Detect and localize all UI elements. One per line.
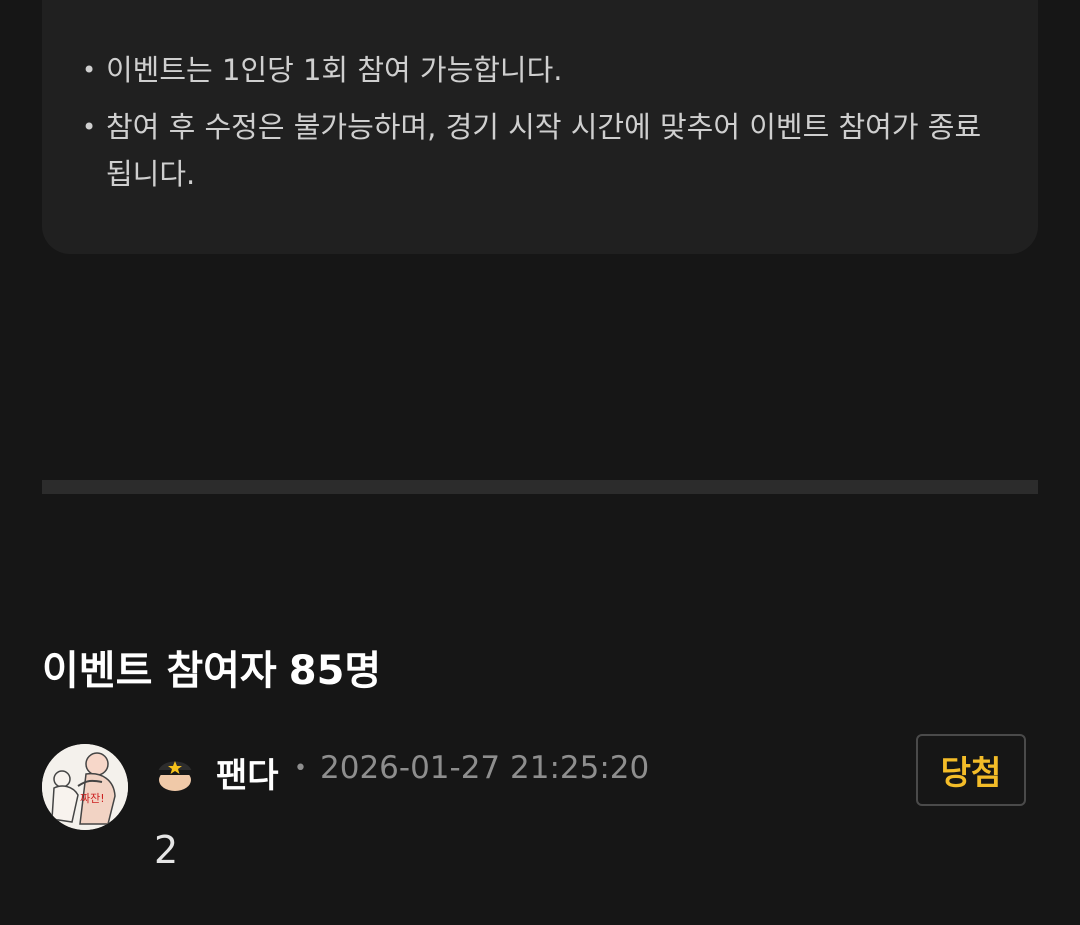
notice-item: • 이벤트는 1인당 1회 참여 가능합니다. bbox=[42, 47, 986, 94]
notice-text: 이벤트는 1인당 1회 참여 가능합니다. bbox=[106, 53, 563, 87]
notice-item: • 참여 후 수정은 불가능하며, 경기 시작 시간에 맞추어 이벤트 참여가 … bbox=[42, 104, 986, 198]
bullet-dot: • bbox=[82, 113, 97, 141]
bullet-dot: • bbox=[82, 56, 97, 84]
police-cap-emoji-icon bbox=[156, 761, 194, 791]
event-page: • 이벤트는 1인당 1회 참여 가능합니다. • 참여 후 수정은 불가능하며… bbox=[0, 0, 1080, 925]
section-divider bbox=[42, 480, 1038, 494]
participant-entry: 짜잔! 팬다 • 2026-01-27 21:25:20 2 당첨 bbox=[42, 734, 1038, 884]
notice-list: • 이벤트는 1인당 1회 참여 가능합니다. • 참여 후 수정은 불가능하며… bbox=[42, 47, 986, 198]
avatar-image: 짜잔! bbox=[42, 744, 128, 830]
participants-heading: 이벤트 참여자 85명 bbox=[42, 638, 381, 696]
winner-button[interactable]: 당첨 bbox=[916, 734, 1026, 806]
entry-answer: 2 bbox=[154, 828, 179, 872]
username[interactable]: 팬다 bbox=[216, 748, 279, 797]
meta-separator: • bbox=[294, 756, 307, 781]
participants-count: 85명 bbox=[288, 648, 382, 694]
event-notice-card: • 이벤트는 1인당 1회 참여 가능합니다. • 참여 후 수정은 불가능하며… bbox=[42, 0, 1038, 254]
entry-timestamp: 2026-01-27 21:25:20 bbox=[320, 750, 650, 786]
notice-text: 참여 후 수정은 불가능하며, 경기 시작 시간에 맞추어 이벤트 참여가 종료… bbox=[106, 110, 982, 191]
avatar[interactable]: 짜잔! bbox=[42, 744, 128, 830]
participants-title: 이벤트 참여자 bbox=[42, 648, 277, 694]
avatar-lettering: 짜잔! bbox=[80, 792, 105, 805]
